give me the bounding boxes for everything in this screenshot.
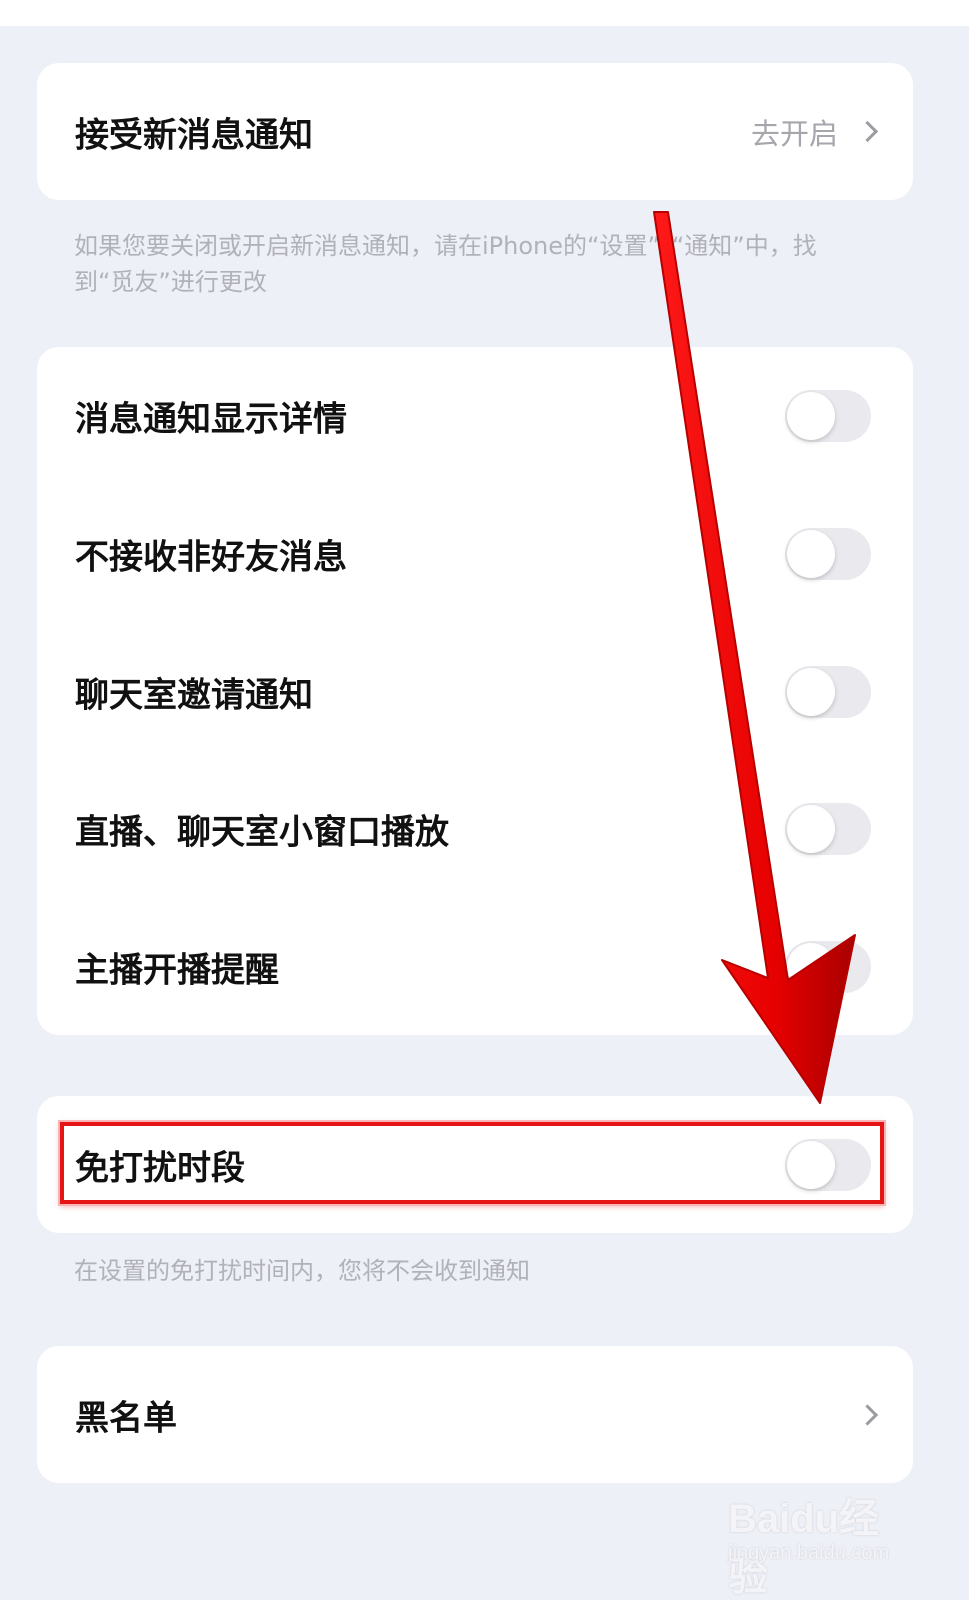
toggle-row-label: 消息通知显示详情: [75, 399, 347, 440]
go-enable-label: 去开启: [750, 116, 838, 151]
toggle-row-label: 主播开播提醒: [75, 950, 279, 991]
toggle-row-chatroom-invite: 聊天室邀请通知: [37, 623, 913, 761]
toggle-row-label: 直播、聊天室小窗口播放: [75, 812, 449, 853]
toggle-knob: [787, 392, 835, 440]
toggle-knob: [787, 530, 835, 578]
receive-notifications-label: 接受新消息通知: [75, 115, 313, 155]
toggle-row-non-friend: 不接收非好友消息: [37, 485, 913, 623]
toggle-row-live-reminder: 主播开播提醒: [37, 898, 913, 1036]
baidu-watermark: Baidu经验 jingyan.baidu.com: [728, 1460, 918, 1599]
dnd-hint: 在设置的免打扰时间内，您将不会收到通知: [74, 1257, 530, 1285]
blacklist-chevron: [838, 1403, 879, 1426]
toggle-knob: [787, 943, 835, 991]
chevron-right-icon: [856, 1403, 879, 1426]
receive-notifications-row[interactable]: 接受新消息通知 去开启: [37, 63, 913, 200]
chevron-right-icon: [856, 120, 879, 143]
toggle-row-label: 不接收非好友消息: [75, 537, 347, 578]
mini-window-toggle[interactable]: [785, 803, 871, 855]
go-enable-link[interactable]: 去开启: [750, 111, 879, 153]
top-bar: [0, 0, 969, 26]
live-reminder-toggle[interactable]: [785, 941, 871, 993]
notification-card: 接受新消息通知 去开启: [37, 63, 913, 200]
toggles-card: 消息通知显示详情 不接收非好友消息 聊天室邀请通知 直播、聊天室小窗口播放 主播…: [37, 347, 913, 1035]
blacklist-label: 黑名单: [75, 1398, 177, 1438]
toggle-row-mini-window: 直播、聊天室小窗口播放: [37, 760, 913, 898]
chatroom-invite-toggle[interactable]: [785, 666, 871, 718]
toggle-row-label: 聊天室邀请通知: [75, 675, 313, 716]
toggle-row-show-details: 消息通知显示详情: [37, 347, 913, 485]
show-details-toggle[interactable]: [785, 390, 871, 442]
notification-hint: 如果您要关闭或开启新消息通知，请在iPhone的“设置”–“通知”中，找到“觅友…: [74, 232, 817, 296]
watermark-url: jingyan.baidu.com: [728, 1542, 890, 1564]
toggle-knob: [787, 668, 835, 716]
toggle-knob: [787, 805, 835, 853]
non-friend-toggle[interactable]: [785, 528, 871, 580]
annotation-highlight-box: [60, 1122, 884, 1204]
